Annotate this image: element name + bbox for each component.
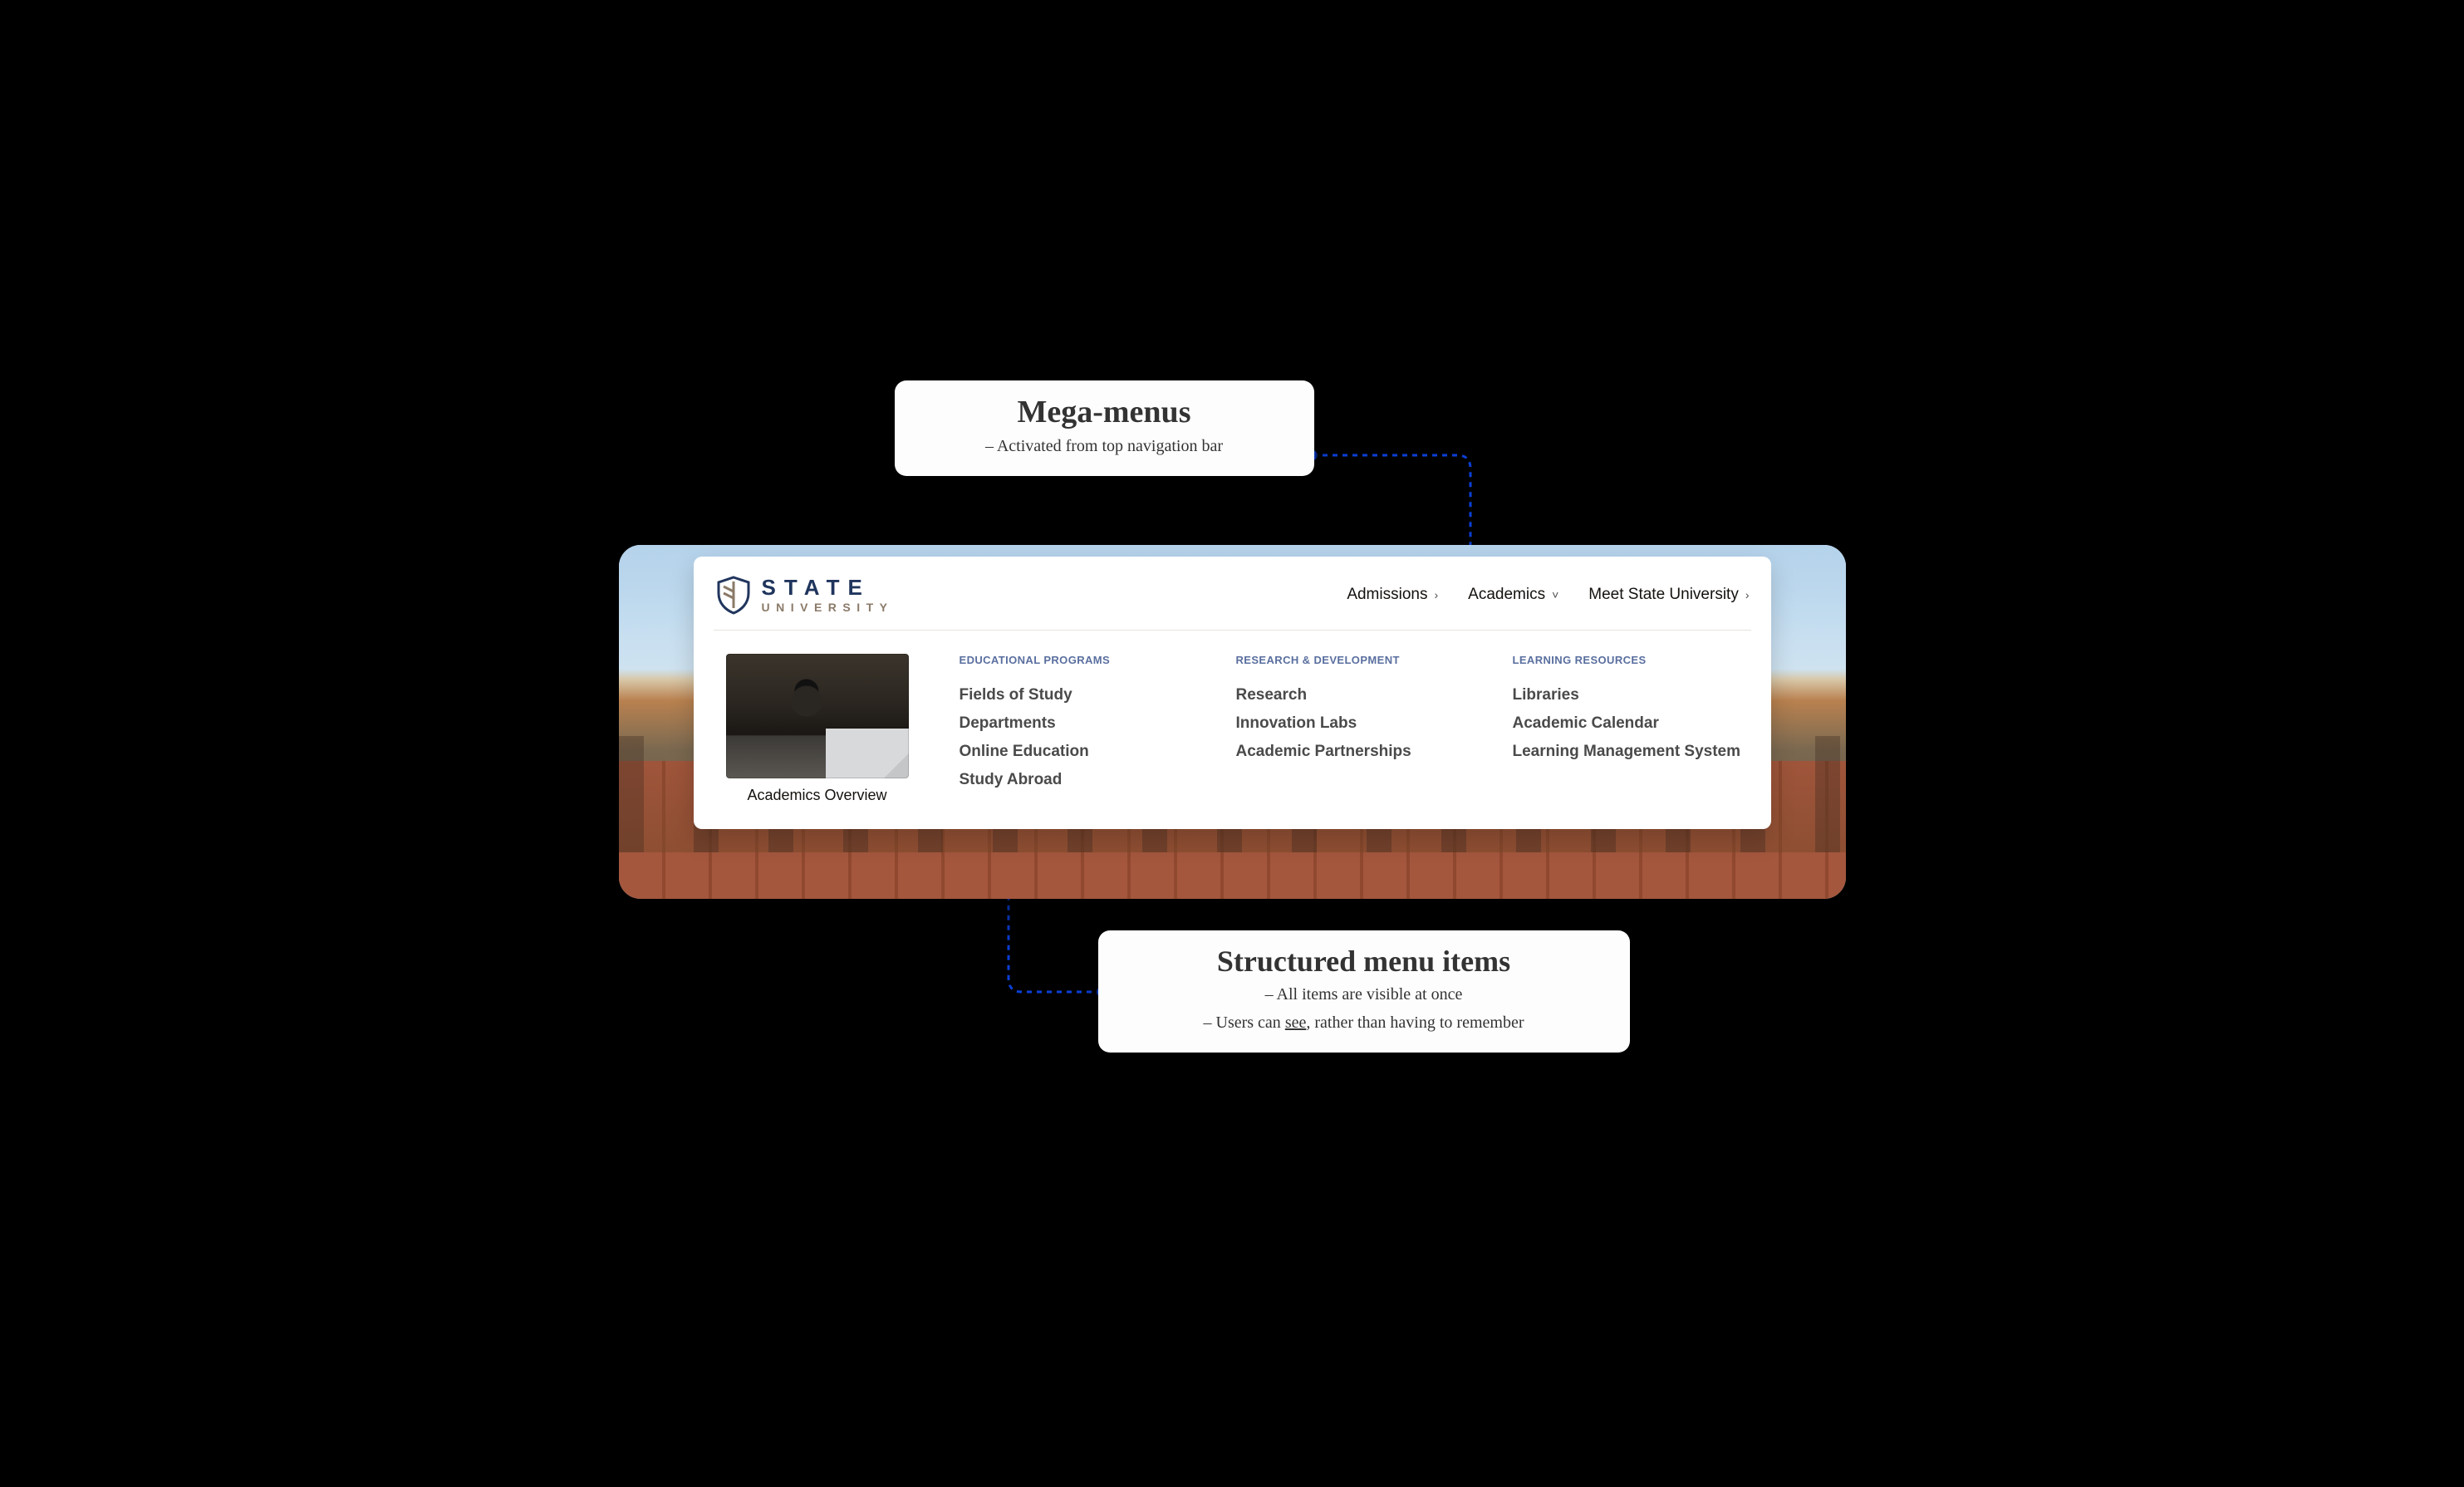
mega-item[interactable]: Learning Management System bbox=[1513, 738, 1751, 766]
mega-item[interactable]: Academic Calendar bbox=[1513, 709, 1751, 738]
nav-academics[interactable]: Academics ˅ bbox=[1468, 586, 1558, 604]
mega-item[interactable]: Departments bbox=[960, 709, 1198, 738]
mega-column-heading: RESEARCH & DEVELOPMENT bbox=[1236, 654, 1475, 666]
chevron-right-icon: › bbox=[1434, 588, 1438, 601]
mega-column-educational-programs: EDUCATIONAL PROGRAMS Fields of Study Dep… bbox=[960, 654, 1198, 804]
mega-item[interactable]: Fields of Study bbox=[960, 681, 1198, 709]
callout-mega-menus: Mega-menus – Activated from top navigati… bbox=[895, 380, 1314, 477]
mega-column-research-development: RESEARCH & DEVELOPMENT Research Innovati… bbox=[1236, 654, 1475, 804]
annotated-figure: Mega-menus – Activated from top navigati… bbox=[616, 372, 1848, 1116]
shield-icon bbox=[715, 575, 752, 615]
mega-column-heading: EDUCATIONAL PROGRAMS bbox=[960, 654, 1198, 666]
website-preview: STATE UNIVERSITY Admissions › Academics … bbox=[619, 545, 1846, 899]
site-logo[interactable]: STATE UNIVERSITY bbox=[715, 575, 894, 615]
mega-overview[interactable]: Academics Overview bbox=[714, 654, 921, 804]
mega-item[interactable]: Online Education bbox=[960, 738, 1198, 766]
primary-nav: Admissions › Academics ˅ Meet State Univ… bbox=[1347, 586, 1749, 604]
overview-caption: Academics Overview bbox=[714, 787, 921, 804]
site-panel: STATE UNIVERSITY Admissions › Academics … bbox=[694, 557, 1771, 829]
logo-text: STATE UNIVERSITY bbox=[762, 575, 894, 614]
callout-line1: – All items are visible at once bbox=[1125, 983, 1603, 1006]
mega-item[interactable]: Academic Partnerships bbox=[1236, 738, 1475, 766]
callout-title: Mega-menus bbox=[921, 395, 1288, 430]
nav-label: Academics bbox=[1468, 586, 1545, 604]
mega-item[interactable]: Study Abroad bbox=[960, 766, 1198, 794]
site-header: STATE UNIVERSITY Admissions › Academics … bbox=[714, 567, 1751, 631]
nav-admissions[interactable]: Admissions › bbox=[1347, 586, 1438, 604]
callout-subtitle: – Activated from top navigation bar bbox=[921, 434, 1288, 458]
logo-line1: STATE bbox=[762, 575, 894, 601]
chevron-right-icon: › bbox=[1745, 588, 1750, 601]
callout-line2: – Users can see, rather than having to r… bbox=[1125, 1011, 1603, 1034]
logo-line2: UNIVERSITY bbox=[762, 601, 894, 614]
mega-column-heading: LEARNING RESOURCES bbox=[1513, 654, 1751, 666]
mega-item[interactable]: Libraries bbox=[1513, 681, 1751, 709]
callout-structured-items: Structured menu items – All items are vi… bbox=[1098, 930, 1630, 1053]
nav-meet-state-university[interactable]: Meet State University › bbox=[1588, 586, 1749, 604]
chevron-down-icon: ˅ bbox=[1552, 588, 1558, 601]
nav-label: Meet State University bbox=[1588, 586, 1739, 604]
overview-thumbnail bbox=[726, 654, 909, 778]
mega-item[interactable]: Innovation Labs bbox=[1236, 709, 1475, 738]
mega-item[interactable]: Research bbox=[1236, 681, 1475, 709]
nav-label: Admissions bbox=[1347, 586, 1427, 604]
callout-title: Structured menu items bbox=[1125, 945, 1603, 979]
mega-menu: Academics Overview EDUCATIONAL PROGRAMS … bbox=[714, 631, 1751, 804]
mega-column-learning-resources: LEARNING RESOURCES Libraries Academic Ca… bbox=[1513, 654, 1751, 804]
